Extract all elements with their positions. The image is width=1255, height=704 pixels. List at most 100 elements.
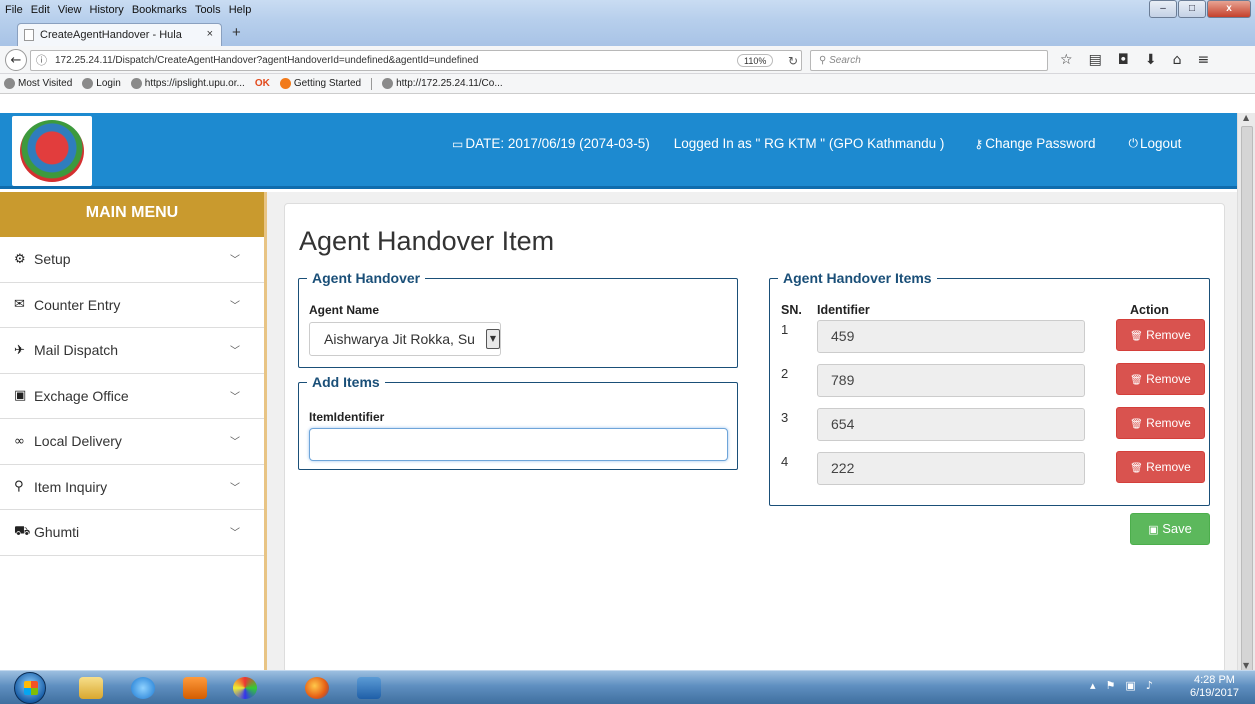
maximize-button[interactable]: □	[1178, 0, 1206, 18]
address-bar[interactable]: ⓘ 172.25.24.11/Dispatch/CreateAgentHando…	[30, 50, 802, 71]
volume-icon[interactable]: ♪	[1146, 679, 1153, 692]
search-icon: ⚲	[819, 55, 827, 66]
remove-button[interactable]: 🗑 Remove	[1116, 451, 1205, 483]
bookmark-label: http://172.25.24.11/Co...	[396, 78, 503, 89]
pocket-icon[interactable]: ◘	[1118, 52, 1129, 68]
agent-name-select[interactable]: Aishwarya Jit Rokka, Su	[309, 322, 501, 356]
taskbar-paint[interactable]	[222, 673, 268, 703]
sidebar-item-exchage-office[interactable]: ▣ Exchage Office ﹀	[0, 374, 264, 419]
tab-bar: CreateAgentHandover - Hula × +	[0, 20, 1255, 46]
outlook-icon	[183, 677, 207, 699]
sidebar-item-counter-entry[interactable]: ✉ Counter Entry ﹀	[0, 283, 264, 328]
sidebar-item-local-delivery[interactable]: ∞ Local Delivery ﹀	[0, 419, 264, 465]
car-icon: ⛟	[14, 523, 31, 539]
sidebar-item-ghumti[interactable]: ⛟ Ghumti ﹀	[0, 510, 264, 556]
date-display: ▭ DATE: 2017/06/19 (2074-03-5)	[452, 136, 650, 151]
start-button[interactable]	[14, 672, 46, 704]
firefox-icon	[279, 78, 291, 89]
bookmark-login[interactable]: Login	[82, 78, 121, 89]
browser-menubar: File Edit View History Bookmarks Tools H…	[0, 0, 1255, 20]
menu-view[interactable]: View	[58, 4, 82, 16]
scroll-up-icon[interactable]: ▲	[1243, 113, 1249, 122]
new-tab-button[interactable]: +	[232, 24, 241, 41]
sidebar-item-setup[interactable]: ⚙ Setup ﹀	[0, 237, 264, 283]
browser-tab[interactable]: CreateAgentHandover - Hula ×	[17, 23, 222, 46]
taskbar-explorer[interactable]	[68, 673, 114, 703]
search-placeholder: Search	[829, 55, 861, 66]
tab-title: CreateAgentHandover - Hula	[40, 29, 182, 41]
remove-button[interactable]: 🗑 Remove	[1116, 407, 1205, 439]
taskbar-outlook[interactable]	[172, 673, 218, 703]
tab-close-icon[interactable]: ×	[207, 28, 213, 40]
bookmark-most-visited[interactable]: Most Visited	[4, 78, 72, 89]
column-identifier-header: Identifier	[817, 303, 870, 317]
show-hidden-icons-icon[interactable]: ▴	[1090, 679, 1096, 692]
taskbar-ie[interactable]	[120, 673, 166, 703]
power-icon: ⏻	[1128, 136, 1139, 150]
add-items-legend: Add Items	[312, 374, 380, 390]
bookmarks-bar: Most Visited Login https://ipslight.upu.…	[0, 74, 1255, 94]
calendar-icon: ▭	[452, 136, 464, 151]
item-identifier-label: ItemIdentifier	[309, 410, 385, 424]
select-arrow-icon[interactable]: ▼	[486, 329, 500, 349]
search-bar[interactable]: ⚲ Search	[810, 50, 1048, 71]
home-icon[interactable]: ⌂	[1173, 52, 1182, 68]
remove-button[interactable]: 🗑 Remove	[1116, 363, 1205, 395]
chevron-down-icon: ﹀	[230, 255, 240, 266]
bookmark-star-icon[interactable]: ☆	[1060, 52, 1073, 68]
chevron-down-icon: ﹀	[230, 528, 240, 539]
info-icon: ⓘ	[36, 54, 47, 67]
menu-edit[interactable]: Edit	[31, 4, 50, 16]
back-button[interactable]: ←	[5, 49, 27, 71]
row-sn: 3	[781, 410, 789, 425]
save-button[interactable]: ▣ Save	[1130, 513, 1210, 545]
bookmark-label: https://ipslight.upu.or...	[144, 78, 245, 89]
bookmark-label: Login	[96, 78, 121, 89]
scrollbar-thumb[interactable]	[1241, 126, 1253, 680]
bookmark-ipslight[interactable]: https://ipslight.upu.or...	[130, 78, 245, 89]
menu-history[interactable]: History	[90, 4, 124, 16]
menu-tools[interactable]: Tools	[195, 4, 221, 16]
taskbar-firefox[interactable]	[294, 673, 340, 703]
row-identifier-field: 789	[817, 364, 1085, 397]
minimize-button[interactable]: –	[1149, 0, 1177, 18]
window-controls: – □ x	[1148, 0, 1251, 18]
zoom-indicator[interactable]: 110%	[737, 54, 774, 67]
row-sn: 1	[781, 322, 789, 337]
sidebar-item-label: Item Inquiry	[34, 478, 108, 495]
menu-bookmarks[interactable]: Bookmarks	[132, 4, 187, 16]
agent-handover-legend: Agent Handover	[312, 270, 421, 286]
bookmark-getting-started[interactable]: Getting Started	[279, 78, 361, 89]
nepal-post-logo[interactable]	[12, 116, 92, 186]
download-icon[interactable]: ⬇	[1145, 52, 1157, 68]
clock-date: 6/19/2017	[1190, 687, 1239, 699]
sidebar-item-label: Mail Dispatch	[34, 342, 119, 359]
row-sn: 4	[781, 454, 789, 469]
close-window-button[interactable]: x	[1207, 0, 1251, 18]
remove-button[interactable]: 🗑 Remove	[1116, 319, 1205, 351]
sidebar-item-item-inquiry[interactable]: ⚲ Item Inquiry ﹀	[0, 465, 264, 510]
change-password-link[interactable]: ⚷ Change Password	[974, 136, 1095, 151]
system-clock[interactable]: 4:28 PM 6/19/2017	[1190, 674, 1239, 700]
windows-logo-icon	[24, 681, 38, 695]
ok-logo-icon[interactable]: OK	[255, 78, 270, 89]
row-identifier-field: 654	[817, 408, 1085, 441]
vertical-scrollbar[interactable]: ▲ ▼	[1237, 113, 1255, 680]
scroll-down-icon[interactable]: ▼	[1243, 661, 1249, 670]
logout-link[interactable]: ⏻ Logout	[1129, 136, 1182, 151]
reload-icon[interactable]: ↻	[788, 52, 798, 71]
flag-icon[interactable]: ⚑	[1106, 679, 1116, 692]
network-icon[interactable]: ▣	[1125, 679, 1135, 692]
hamburger-menu-icon[interactable]: ≡	[1198, 52, 1210, 68]
menu-help[interactable]: Help	[229, 4, 252, 16]
item-identifier-input[interactable]	[309, 428, 728, 461]
sidebar: MAIN MENU ⚙ Setup ﹀ ✉ Counter Entry ﹀ ✈ Mail …	[0, 192, 267, 670]
emblem-image	[20, 120, 84, 182]
bookmark-local-server[interactable]: http://172.25.24.11/Co...	[382, 78, 503, 89]
sidebar-item-mail-dispatch[interactable]: ✈ Mail Dispatch ﹀	[0, 328, 264, 374]
menu-file[interactable]: File	[5, 4, 23, 16]
key-icon: ⚷	[974, 136, 984, 151]
reading-list-icon[interactable]: ▤	[1089, 52, 1102, 68]
bookmark-separator	[371, 77, 373, 90]
taskbar-word[interactable]	[346, 673, 392, 703]
